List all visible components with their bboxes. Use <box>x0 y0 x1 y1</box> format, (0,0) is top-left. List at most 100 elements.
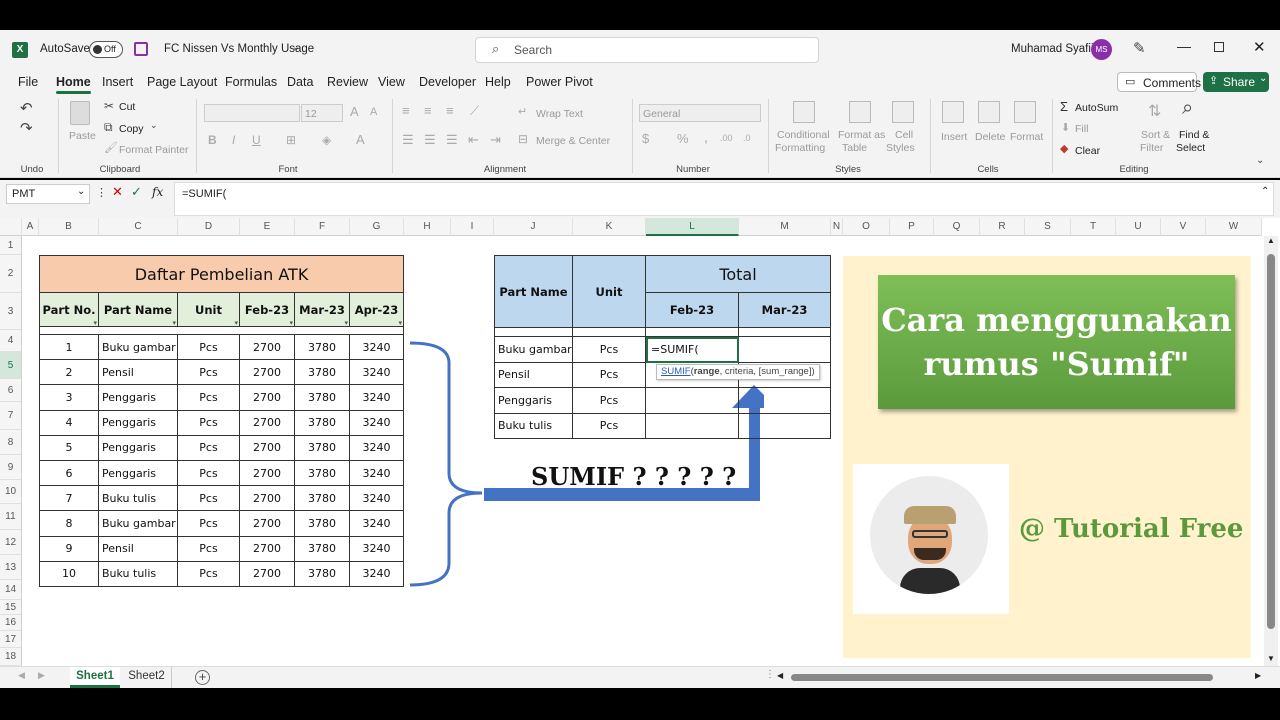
column-header-A[interactable]: A <box>22 218 39 236</box>
purchase-table-cell[interactable]: Pcs <box>178 360 240 386</box>
row-header-5[interactable]: 5 <box>0 352 22 379</box>
total-table-part-cell[interactable]: Pensil <box>494 362 573 388</box>
clear-icon[interactable]: ◆ <box>1060 142 1068 155</box>
redo-icon[interactable]: ↷ <box>20 119 33 137</box>
column-header-Q[interactable]: Q <box>934 218 980 236</box>
purchase-table-cell[interactable]: Pcs <box>178 435 240 461</box>
purchase-table-cell[interactable]: Penggaris <box>99 410 178 436</box>
vertical-scroll-thumb[interactable] <box>1267 254 1275 629</box>
row-header-9[interactable]: 9 <box>0 455 22 480</box>
purchase-table-cell[interactable]: Buku gambar <box>99 511 178 537</box>
collapse-ribbon-icon[interactable]: ⌄ <box>1256 155 1264 166</box>
italic-icon[interactable]: I <box>232 133 235 147</box>
purchase-table-cell[interactable]: 6 <box>39 461 99 487</box>
scroll-down-icon[interactable]: ▼ <box>1267 654 1275 663</box>
increase-indent-icon[interactable]: ⇥ <box>490 132 501 148</box>
scroll-up-icon[interactable]: ▲ <box>1267 236 1275 245</box>
format-cells-button[interactable]: Format <box>1010 131 1043 143</box>
save-icon[interactable] <box>134 42 148 56</box>
scroll-left-icon[interactable]: ◀ <box>777 671 783 680</box>
column-header-K[interactable]: K <box>573 218 646 236</box>
total-table-part-cell[interactable]: Buku tulis <box>494 413 573 439</box>
purchase-table-cell[interactable]: 3780 <box>295 486 350 512</box>
filter-dropdown-icon[interactable]: ▾ <box>344 319 348 327</box>
filter-dropdown-icon[interactable]: ▾ <box>398 319 402 327</box>
purchase-table-cell[interactable]: 2700 <box>240 385 295 411</box>
purchase-table-cell[interactable]: 4 <box>39 410 99 436</box>
purchase-table-cell[interactable]: 5 <box>39 435 99 461</box>
cancel-formula-icon[interactable]: ✕ <box>112 184 123 200</box>
filter-dropdown-icon[interactable]: ▾ <box>234 319 238 327</box>
row-header-4[interactable]: 4 <box>0 330 22 352</box>
sheet-bar-options-icon[interactable]: ⋮ <box>765 669 775 680</box>
purchase-table-cell[interactable]: Buku tulis <box>99 486 178 512</box>
select-all-corner[interactable] <box>0 218 22 236</box>
purchase-table-cell[interactable]: 3 <box>39 385 99 411</box>
purchase-table-cell[interactable]: Penggaris <box>99 385 178 411</box>
purchase-table-cell[interactable]: 2700 <box>240 561 295 587</box>
formula-input[interactable]: =SUMIF( ⌃ <box>174 182 1274 216</box>
prev-sheet-icon[interactable]: ◀ <box>18 670 25 681</box>
row-header-6[interactable]: 6 <box>0 379 22 402</box>
number-format-select[interactable]: General <box>639 104 761 122</box>
purchase-table-cell[interactable]: 2700 <box>240 410 295 436</box>
sort-filter-button[interactable]: Sort & <box>1141 129 1170 141</box>
tab-view[interactable]: View <box>378 75 405 89</box>
row-header-14[interactable]: 14 <box>0 580 22 600</box>
purchase-table-cell[interactable]: 3780 <box>295 461 350 487</box>
purchase-table-cell[interactable]: 2700 <box>240 335 295 361</box>
cut-icon[interactable]: ✂ <box>104 99 114 113</box>
total-table-unit-cell[interactable]: Pcs <box>573 388 646 414</box>
column-header-W[interactable]: W <box>1206 218 1262 236</box>
format-as-table-label2[interactable]: Table <box>842 142 867 154</box>
purchase-table-cell[interactable]: Buku tulis <box>99 561 178 587</box>
underline-icon[interactable]: U <box>252 133 261 147</box>
tab-data[interactable]: Data <box>287 75 313 89</box>
purchase-table-cell[interactable]: 2700 <box>240 511 295 537</box>
row-header-2[interactable]: 2 <box>0 255 22 293</box>
find-select-icon[interactable]: ⌕ <box>1182 97 1193 120</box>
row-header-16[interactable]: 16 <box>0 615 22 631</box>
purchase-table-cell[interactable]: 10 <box>39 561 99 587</box>
total-table-value-cell[interactable] <box>739 337 831 363</box>
enter-formula-icon[interactable]: ✓ <box>131 184 142 200</box>
column-header-U[interactable]: U <box>1116 218 1161 236</box>
format-as-table-button[interactable]: Format as <box>838 129 885 141</box>
column-header-L[interactable]: L <box>646 218 739 236</box>
insert-cells-button[interactable]: Insert <box>941 131 967 143</box>
wrap-text-button[interactable]: Wrap Text <box>536 108 583 120</box>
purchase-table-cell[interactable]: 9 <box>39 536 99 562</box>
fill-color-icon[interactable]: ◈ <box>322 133 331 147</box>
column-header-D[interactable]: D <box>178 218 240 236</box>
column-header-M[interactable]: M <box>739 218 831 236</box>
tooltip-function-link[interactable]: SUMIF <box>661 366 691 377</box>
share-button[interactable]: ⇪ Share ⌄ <box>1203 72 1269 92</box>
column-header-N[interactable]: N <box>831 218 843 236</box>
pen-icon[interactable]: ✎ <box>1133 39 1146 57</box>
column-header-G[interactable]: G <box>350 218 404 236</box>
purchase-table-cell[interactable]: Pcs <box>178 486 240 512</box>
row-header-8[interactable]: 8 <box>0 430 22 455</box>
decrease-font-icon[interactable]: A <box>370 106 377 118</box>
purchase-table-cell[interactable]: 3240 <box>350 385 404 411</box>
conditional-formatting-label2[interactable]: Formatting <box>775 142 825 154</box>
column-header-E[interactable]: E <box>240 218 295 236</box>
align-top-icon[interactable]: ≡ <box>402 103 410 118</box>
row-header-13[interactable]: 13 <box>0 555 22 580</box>
row-header-1[interactable]: 1 <box>0 236 22 255</box>
increase-decimal-icon[interactable]: .00 <box>720 133 733 143</box>
column-header-J[interactable]: J <box>494 218 573 236</box>
purchase-table-cell[interactable]: Pcs <box>178 335 240 361</box>
purchase-table-cell[interactable]: 2700 <box>240 435 295 461</box>
row-header-3[interactable]: 3 <box>0 293 22 330</box>
align-center-icon[interactable]: ☰ <box>424 132 436 148</box>
scroll-right-icon[interactable]: ▶ <box>1255 671 1261 680</box>
purchase-table-cell[interactable]: Pcs <box>178 561 240 587</box>
total-table-unit-cell[interactable]: Pcs <box>573 362 646 388</box>
avatar[interactable]: MS <box>1091 39 1112 60</box>
purchase-table-cell[interactable]: Pcs <box>178 511 240 537</box>
purchase-table-cell[interactable]: Pcs <box>178 461 240 487</box>
purchase-table-cell[interactable]: 3780 <box>295 335 350 361</box>
more-options-icon[interactable]: ⋮ <box>96 186 107 199</box>
total-table-part-cell[interactable]: Buku gambar <box>494 337 573 363</box>
